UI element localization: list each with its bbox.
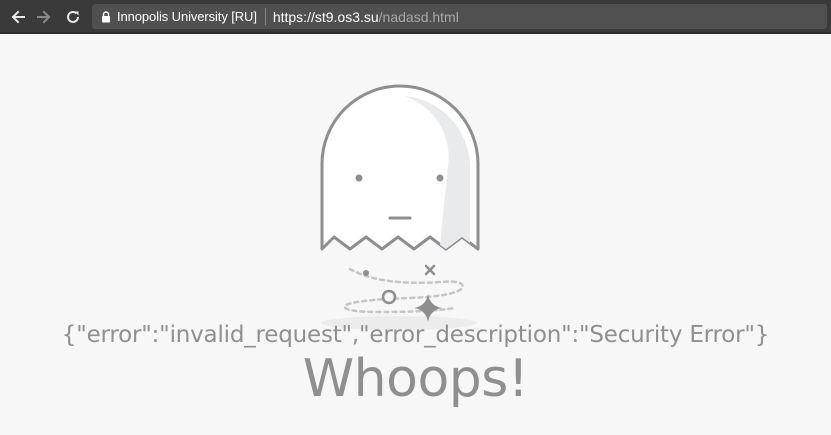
omnibox-divider [264,8,266,25]
url-path: /nadasd.html [378,9,459,25]
ghost-left-eye [355,174,363,182]
swirl-ring [381,289,397,305]
url-text[interactable]: https://st9.os3.su/nadasd.html [273,7,459,26]
x-mark [424,264,436,276]
ghost-right-eye [436,174,444,182]
swirl-dot [363,270,369,276]
arrow-left-icon [11,10,25,24]
back-button[interactable] [8,7,28,27]
page-heading: Whoops! [302,349,529,409]
url-host: https://st9.os3.su [272,9,379,25]
lock-icon[interactable] [101,10,111,23]
page-content: {"error":"invalid_request","error_descri… [0,36,831,435]
address-bar[interactable]: Innopolis University [RU] https://st9.os… [92,4,827,29]
forward-button[interactable] [34,7,54,27]
browser-toolbar: Innopolis University [RU] https://st9.os… [0,0,831,34]
arrow-right-icon [37,10,51,24]
site-identity-label[interactable]: Innopolis University [RU] [117,9,257,24]
reload-button[interactable] [63,7,83,27]
error-message: {"error":"invalid_request","error_descri… [61,322,770,348]
reload-icon [67,10,79,23]
dashed-swirl [343,267,464,314]
